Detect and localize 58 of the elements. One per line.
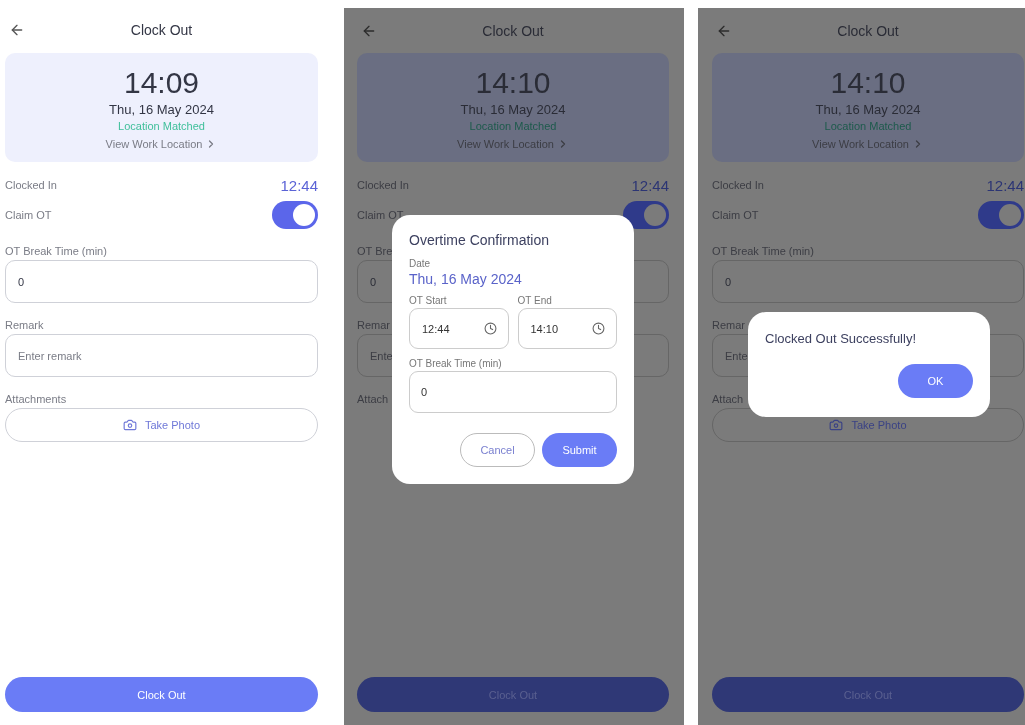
time-field[interactable]: 14:10 <box>517 308 617 349</box>
confirm-button[interactable]: Submit <box>542 433 617 467</box>
current-date: Thu, 16 May 2024 <box>815 101 921 117</box>
claim-ot-label: Claim OT <box>712 209 759 221</box>
date-value: Thu, 16 May 2024 <box>409 271 523 287</box>
camera-icon <box>829 418 844 432</box>
field-label: Date <box>409 258 431 269</box>
field-label: OT Break Time (min) <box>712 245 814 257</box>
location-status: Location Matched <box>118 119 205 132</box>
claim-ot-label: Claim OT <box>5 209 52 221</box>
cancel-button[interactable]: Cancel <box>460 433 535 467</box>
screen-title: Clock Out <box>130 21 193 38</box>
field-label: Remar <box>712 319 745 331</box>
field-label: Remar <box>357 319 390 331</box>
current-date: Thu, 16 May 2024 <box>109 101 214 117</box>
work-location-link[interactable]: View Work Location <box>812 137 924 150</box>
claim-ot-toggle[interactable] <box>272 201 318 229</box>
clocked-in-label: Clocked In <box>5 179 57 191</box>
screen-title: Clock Out <box>482 22 544 39</box>
clock-out-button[interactable]: Clock Out <box>5 677 318 712</box>
camera-icon <box>122 418 137 432</box>
location-status: Location Matched <box>824 119 912 132</box>
work-location-link[interactable]: View Work Location <box>105 137 218 150</box>
field-label: OT Bre <box>357 245 393 257</box>
field-label: OT Break Time (min) <box>409 358 502 369</box>
clocked-in-time: 12:44 <box>631 176 669 194</box>
clock-icon <box>483 322 497 335</box>
clocked-in-time: 12:44 <box>986 176 1024 194</box>
field-label: OT Break Time (min) <box>5 245 107 257</box>
clock-icon <box>592 322 605 335</box>
screen-title: Clock Out <box>837 22 899 39</box>
dialog-title: Overtime Confirmation <box>409 232 551 248</box>
claim-ot-label: Claim OT <box>357 209 404 221</box>
field-label: OT End <box>517 295 552 306</box>
input-field[interactable]: 0 <box>409 371 617 413</box>
current-date: Thu, 16 May 2024 <box>460 101 566 117</box>
work-location-link[interactable]: View Work Location <box>457 137 569 150</box>
current-time: 14:10 <box>830 65 906 100</box>
current-time: 14:10 <box>475 65 551 100</box>
dialog-message: Clocked Out Successfully! <box>765 331 917 346</box>
input-field[interactable]: 0 <box>5 260 318 303</box>
field-label: Attach <box>712 393 744 405</box>
current-time: 14:09 <box>123 65 200 100</box>
take-photo-button[interactable]: Take Photo <box>5 408 318 442</box>
clocked-in-label: Clocked In <box>712 179 764 191</box>
clocked-in-label: Clocked In <box>357 179 409 191</box>
confirm-button[interactable]: OK <box>898 364 973 398</box>
location-status: Location Matched <box>469 119 557 132</box>
clocked-in-time: 12:44 <box>280 176 318 194</box>
input-field[interactable]: 0 <box>712 260 1024 303</box>
field-label: Attach <box>357 393 389 405</box>
claim-ot-toggle[interactable] <box>978 201 1024 229</box>
field-label: Attachments <box>5 393 67 405</box>
field-label: OT Start <box>409 295 447 306</box>
field-label: Remark <box>5 319 44 331</box>
claim-ot-toggle[interactable] <box>623 201 669 229</box>
time-field[interactable]: 12:44 <box>409 308 509 349</box>
input-field[interactable]: Enter remark <box>5 334 318 377</box>
